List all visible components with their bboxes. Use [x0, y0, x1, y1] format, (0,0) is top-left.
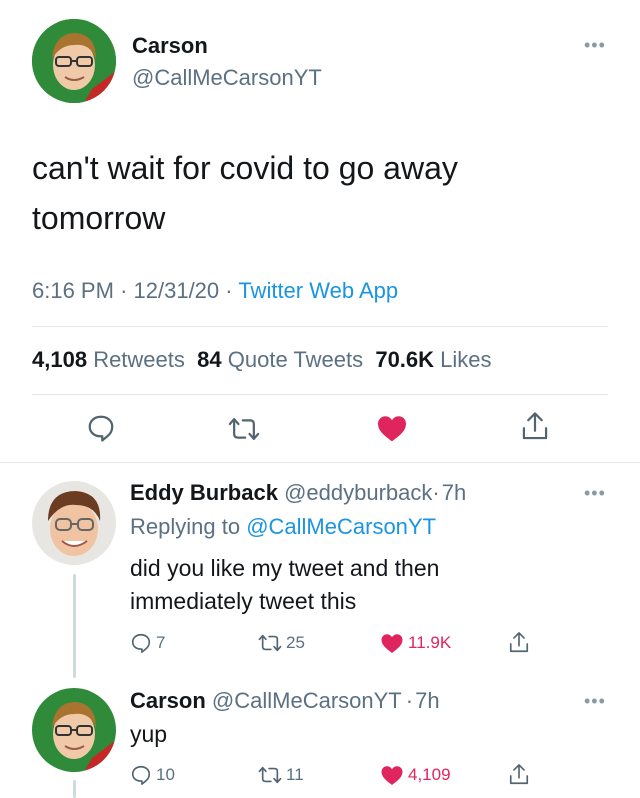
reply-header: Carson @CallMeCarsonYT ·7h	[130, 688, 440, 714]
share-icon	[522, 412, 548, 440]
heart-icon	[381, 634, 403, 653]
tweet-text-line: can't wait for covid to go away	[32, 150, 458, 186]
more-icon[interactable]: •••	[584, 692, 606, 710]
reply-icon	[131, 765, 151, 785]
meta-separator: ·	[405, 688, 414, 713]
like-count: 11.9K	[408, 633, 452, 652]
more-icon[interactable]: •••	[584, 484, 606, 502]
tweet-text: can't wait for covid to go away tomorrow	[32, 143, 458, 243]
quotes-label: Quote Tweets	[227, 347, 364, 372]
retweet-button[interactable]: 11	[258, 764, 304, 786]
reply-icon	[88, 415, 114, 442]
quotes-count: 84	[197, 347, 222, 372]
tweet-time: 6:16 PM	[32, 278, 114, 303]
share-icon	[509, 632, 529, 653]
reply-author-handle[interactable]: @eddyburback	[284, 480, 432, 505]
share-icon	[509, 764, 529, 785]
thread-line	[73, 780, 76, 798]
like-button[interactable]	[376, 413, 408, 448]
heart-icon	[381, 766, 403, 785]
retweet-icon	[228, 418, 260, 440]
reply-text-line: did you like my tweet and then	[130, 555, 440, 581]
like-button[interactable]: 11.9K	[380, 632, 451, 654]
replying-to: Replying to @CallMeCarsonYT	[130, 514, 436, 540]
divider	[0, 462, 640, 463]
like-count: 4,109	[408, 765, 451, 784]
retweets-count: 4,108	[32, 347, 88, 372]
more-icon[interactable]: •••	[584, 36, 606, 54]
avatar-image	[32, 19, 116, 103]
avatar-image	[32, 688, 116, 772]
retweet-button[interactable]	[228, 414, 260, 449]
reply-button[interactable]: 7	[130, 632, 165, 654]
share-button[interactable]	[508, 763, 530, 792]
retweet-button[interactable]: 25	[258, 632, 305, 654]
reply-avatar[interactable]	[32, 688, 116, 772]
reply-count: 7	[156, 633, 166, 652]
reply-header: Eddy Burback @eddyburback·7h	[130, 480, 466, 506]
thread-line	[73, 574, 76, 678]
meta-separator: ·	[432, 480, 440, 505]
tweet-stats: 4,108 Retweets 84 Quote Tweets 70.6K Lik…	[32, 347, 492, 373]
heart-icon	[378, 416, 406, 442]
reply-button[interactable]: 10	[130, 764, 175, 786]
divider	[32, 326, 608, 327]
share-button[interactable]	[520, 411, 550, 448]
share-button[interactable]	[508, 631, 530, 660]
likes-label: Likes	[440, 347, 492, 372]
reply-avatar[interactable]	[32, 481, 116, 565]
tweet-date: 12/31/20	[133, 278, 220, 303]
reply-text-line: immediately tweet this	[130, 588, 357, 614]
reply-author-name[interactable]: Eddy Burback	[130, 480, 278, 505]
retweet-count: 11	[286, 765, 304, 784]
divider	[32, 394, 608, 395]
reply-count: 10	[156, 765, 175, 784]
meta-separator: ·	[120, 278, 128, 303]
reply-time[interactable]: 7h	[442, 480, 466, 505]
retweets-label: Retweets	[93, 347, 185, 372]
retweet-icon	[258, 766, 282, 784]
retweet-icon	[258, 634, 282, 652]
reply-text: did you like my tweet and then immediate…	[130, 552, 439, 618]
author-handle[interactable]: @CallMeCarsonYT	[132, 65, 322, 91]
reply-time[interactable]: 7h	[415, 688, 439, 713]
retweet-count: 25	[286, 633, 305, 652]
meta-separator: ·	[225, 278, 233, 303]
likes-stat[interactable]: 70.6K Likes	[375, 347, 491, 372]
tweet-source-link[interactable]: Twitter Web App	[238, 278, 398, 303]
reply-button[interactable]	[86, 413, 116, 448]
replying-label: Replying to	[130, 514, 241, 539]
quotes-stat[interactable]: 84 Quote Tweets	[197, 347, 363, 372]
tweet-text-line: tomorrow	[32, 200, 166, 236]
replying-handle-link[interactable]: @CallMeCarsonYT	[246, 514, 436, 539]
reply-icon	[131, 633, 151, 653]
reply-author-name[interactable]: Carson	[130, 688, 206, 713]
reply-author-handle[interactable]: @CallMeCarsonYT	[212, 688, 402, 713]
likes-count: 70.6K	[375, 347, 435, 372]
like-button[interactable]: 4,109	[380, 764, 451, 786]
tweet-meta: 6:16 PM · 12/31/20 · Twitter Web App	[32, 278, 398, 304]
author-avatar[interactable]	[32, 19, 116, 103]
author-name[interactable]: Carson	[132, 33, 208, 59]
reply-text: yup	[130, 721, 168, 747]
retweets-stat[interactable]: 4,108 Retweets	[32, 347, 185, 372]
avatar-image	[32, 481, 116, 565]
